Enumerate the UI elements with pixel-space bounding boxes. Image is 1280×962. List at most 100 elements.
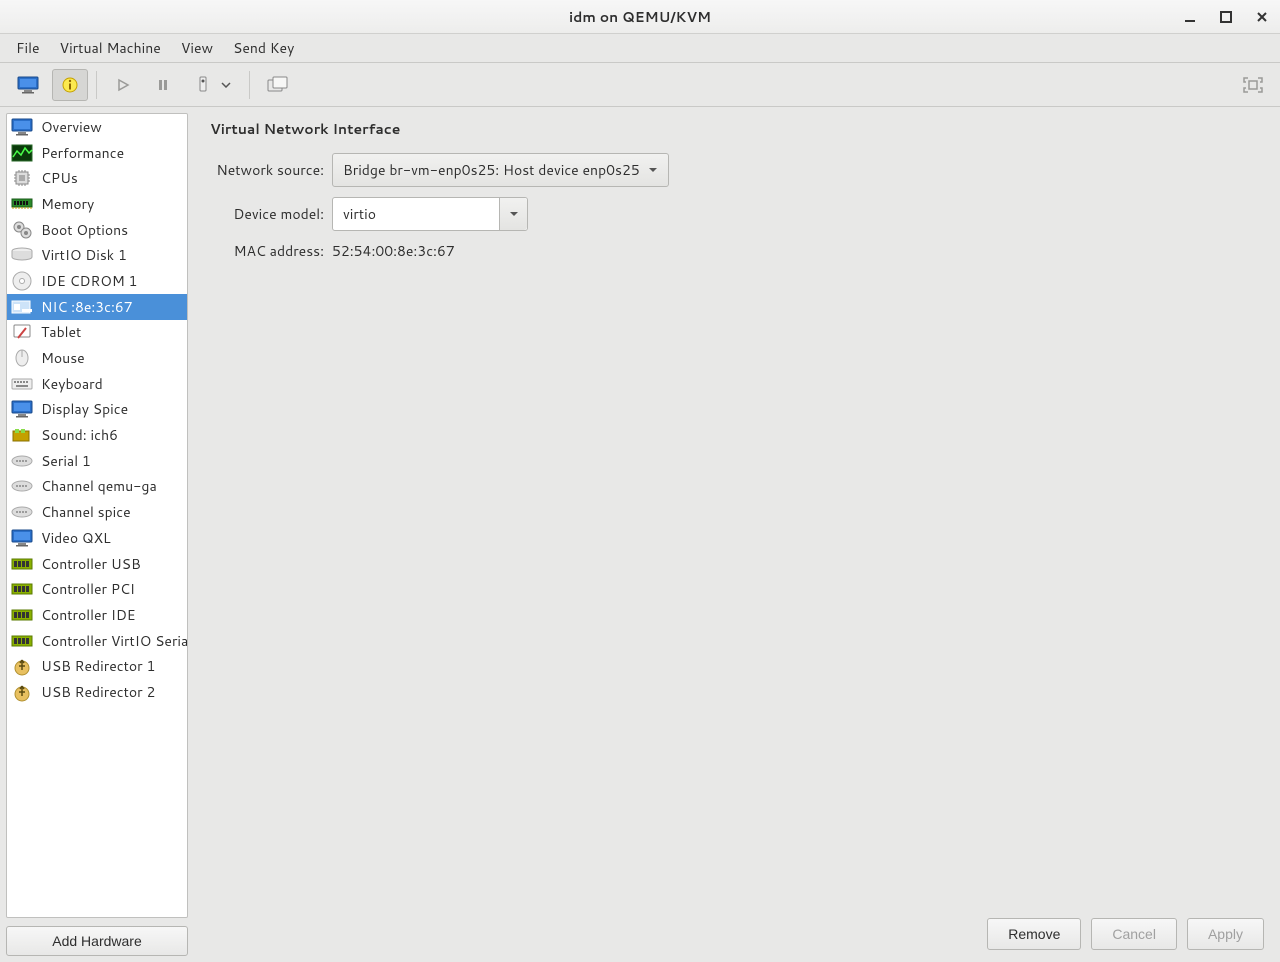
sidebar-item-tablet[interactable]: Tablet: [7, 320, 187, 346]
sidebar-item-label: Controller USB: [41, 554, 141, 574]
sidebar-item-channel-qemu-ga[interactable]: Channel qemu-ga: [7, 474, 187, 500]
sidebar-item-usb-redirector-2[interactable]: USB Redirector 2: [7, 679, 187, 705]
network-source-label: Network source:: [210, 160, 332, 180]
maximize-button[interactable]: [1216, 7, 1236, 27]
sidebar-item-controller-virtio-serial[interactable]: Controller VirtIO Serial: [7, 628, 187, 654]
apply-button[interactable]: Apply: [1187, 918, 1264, 950]
disk-icon: [11, 245, 33, 265]
controller-icon: [11, 605, 33, 625]
shutdown-button[interactable]: [185, 69, 241, 101]
sidebar-item-label: NIC :8e:3c:67: [41, 297, 133, 317]
console-button[interactable]: [8, 69, 48, 101]
sidebar-item-overview[interactable]: Overview: [7, 114, 187, 140]
sidebar-item-label: Channel qemu-ga: [41, 476, 157, 496]
cancel-button[interactable]: Cancel: [1091, 918, 1177, 950]
controller-icon: [11, 579, 33, 599]
fullscreen-button[interactable]: [1234, 69, 1272, 101]
boot-icon: [11, 220, 33, 240]
chevron-down-icon[interactable]: [499, 198, 527, 230]
sidebar-item-label: Video QXL: [41, 528, 111, 548]
sidebar-item-boot-options[interactable]: Boot Options: [7, 217, 187, 243]
sidebar-item-sound-ich6[interactable]: Sound: ich6: [7, 422, 187, 448]
snapshot-icon: [267, 76, 289, 94]
info-icon: [61, 76, 79, 94]
sidebar-item-label: IDE CDROM 1: [41, 271, 137, 291]
run-button[interactable]: [105, 69, 141, 101]
sidebar-item-label: USB Redirector 1: [41, 656, 155, 676]
monitor-blue-icon: [11, 117, 33, 137]
usb-icon: [11, 682, 33, 702]
menu-view[interactable]: View: [173, 34, 221, 62]
minimize-button[interactable]: [1180, 7, 1200, 27]
menu-send-key[interactable]: Send Key: [225, 34, 302, 62]
sidebar-item-label: VirtIO Disk 1: [41, 245, 127, 265]
keyboard-icon: [11, 374, 33, 394]
row-network-source: Network source: Bridge br-vm-enp0s25: Ho…: [210, 153, 1264, 187]
device-model-label: Device model:: [210, 204, 332, 224]
network-source-dropdown[interactable]: Bridge br-vm-enp0s25: Host device enp0s2…: [332, 153, 669, 187]
sidebar-item-label: Keyboard: [41, 374, 103, 394]
sidebar-item-serial-1[interactable]: Serial 1: [7, 448, 187, 474]
controller-icon: [11, 554, 33, 574]
usb-icon: [11, 656, 33, 676]
add-hardware-button[interactable]: Add Hardware: [6, 926, 188, 956]
sidebar-item-keyboard[interactable]: Keyboard: [7, 371, 187, 397]
serial-icon: [11, 502, 33, 522]
fullscreen-icon: [1243, 75, 1263, 95]
sidebar-item-label: Mouse: [41, 348, 85, 368]
remove-button[interactable]: Remove: [987, 918, 1081, 950]
sidebar-item-label: Controller PCI: [41, 579, 135, 599]
sidebar-item-label: Boot Options: [41, 220, 128, 240]
sidebar-item-nic-8e-3c-67[interactable]: NIC :8e:3c:67: [7, 294, 187, 320]
pause-button[interactable]: [145, 69, 181, 101]
monitor-icon: [17, 75, 39, 95]
titlebar: idm on QEMU/KVM: [0, 0, 1280, 34]
sidebar-item-controller-usb[interactable]: Controller USB: [7, 551, 187, 577]
toolbar: [0, 63, 1280, 107]
sidebar-item-label: Controller VirtIO Serial: [41, 631, 188, 651]
details-button[interactable]: [52, 69, 88, 101]
menu-virtual-machine[interactable]: Virtual Machine: [52, 34, 169, 62]
sound-icon: [11, 425, 33, 445]
window-controls: [1180, 7, 1272, 27]
sidebar-item-ide-cdrom-1[interactable]: IDE CDROM 1: [7, 268, 187, 294]
chevron-down-icon: [221, 82, 231, 88]
serial-icon: [11, 451, 33, 471]
toolbar-separator: [96, 71, 97, 99]
sidebar-item-label: Serial 1: [41, 451, 91, 471]
device-model-value: virtio: [333, 198, 491, 230]
device-model-combo[interactable]: virtio: [332, 197, 528, 231]
sidebar-item-controller-pci[interactable]: Controller PCI: [7, 576, 187, 602]
sidebar-item-display-spice[interactable]: Display Spice: [7, 397, 187, 423]
sidebar-item-cpus[interactable]: CPUs: [7, 165, 187, 191]
snapshots-button[interactable]: [258, 69, 298, 101]
sidebar-item-channel-spice[interactable]: Channel spice: [7, 499, 187, 525]
mac-address-value: 52:54:00:8e:3c:67: [332, 241, 455, 261]
menu-file[interactable]: File: [8, 34, 48, 62]
sidebar-item-label: Display Spice: [41, 399, 128, 419]
controller-icon: [11, 631, 33, 651]
play-icon: [116, 78, 130, 92]
sidebar-item-performance[interactable]: Performance: [7, 140, 187, 166]
close-button[interactable]: [1252, 7, 1272, 27]
sidebar-item-memory[interactable]: Memory: [7, 191, 187, 217]
details-pane: Virtual Network Interface Network source…: [194, 107, 1280, 962]
network-source-value: Bridge br-vm-enp0s25: Host device enp0s2…: [343, 160, 640, 180]
left-column: OverviewPerformanceCPUs Memory Boot Option…: [0, 107, 194, 962]
sidebar-item-video-qxl[interactable]: Video QXL: [7, 525, 187, 551]
action-bar: Remove Cancel Apply: [987, 918, 1264, 950]
sidebar-item-controller-ide[interactable]: Controller IDE: [7, 602, 187, 628]
pause-icon: [156, 78, 170, 92]
menubar: File Virtual Machine View Send Key: [0, 34, 1280, 63]
nic-icon: [11, 297, 33, 317]
tablet-icon: [11, 322, 33, 342]
monitor-blue-icon: [11, 528, 33, 548]
sidebar-item-virtio-disk-1[interactable]: VirtIO Disk 1: [7, 242, 187, 268]
power-icon: [195, 76, 211, 94]
sidebar-item-label: Memory: [41, 194, 94, 214]
sidebar-item-usb-redirector-1[interactable]: USB Redirector 1: [7, 653, 187, 679]
hardware-list[interactable]: OverviewPerformanceCPUs Memory Boot Option…: [6, 113, 188, 918]
mac-address-label: MAC address:: [210, 241, 332, 261]
row-device-model: Device model: virtio: [210, 197, 1264, 231]
sidebar-item-mouse[interactable]: Mouse: [7, 345, 187, 371]
